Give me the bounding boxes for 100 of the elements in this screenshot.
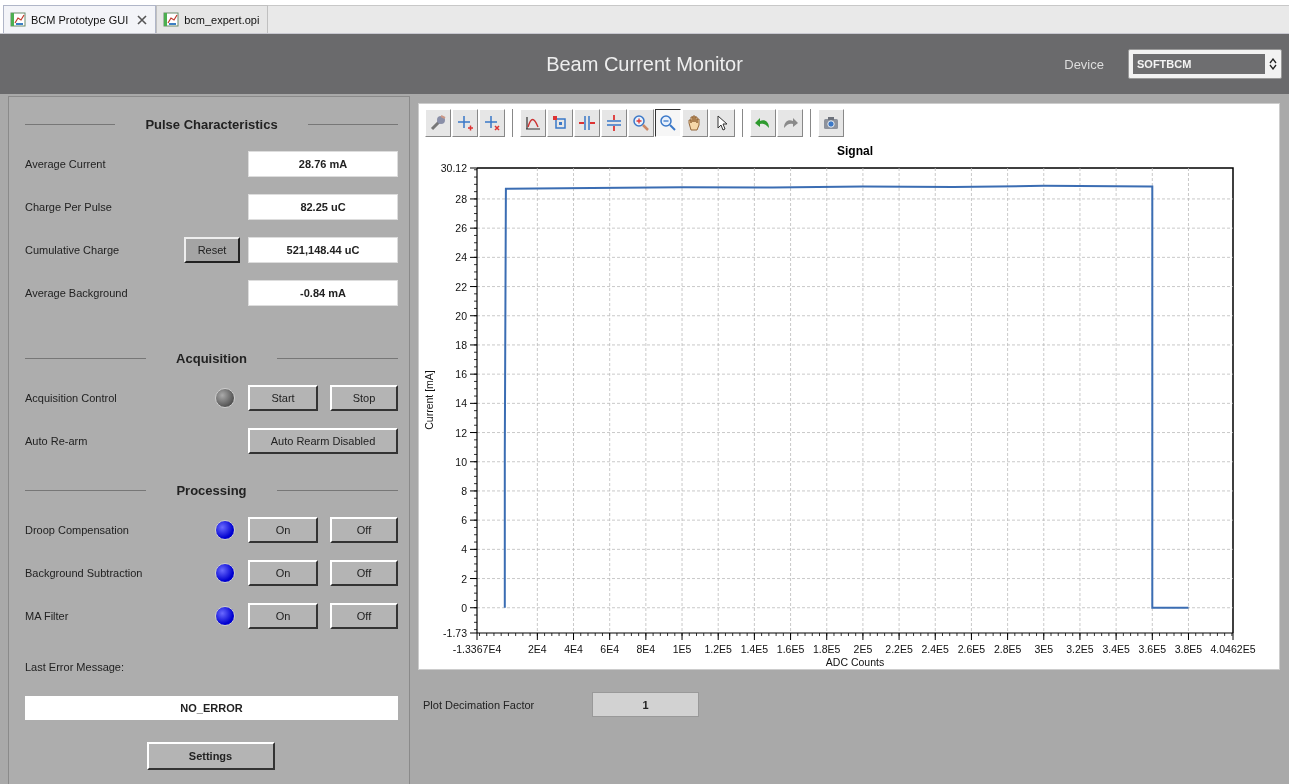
axis-tick-label: 28 <box>455 192 467 205</box>
section-heading: Processing <box>176 482 247 498</box>
field-label: Last Error Message: <box>25 660 126 675</box>
axis-tick-label: -1.3367E4 <box>452 643 502 655</box>
pointer-tool[interactable] <box>709 109 735 137</box>
axis-tick-label: 4 <box>461 543 467 556</box>
camera-icon <box>822 114 840 132</box>
axis-title: ADC Counts <box>825 656 885 668</box>
add-marker-tool[interactable] <box>452 109 478 137</box>
axis-tick-label: 6E4 <box>600 643 620 655</box>
action-button[interactable]: On <box>248 516 318 543</box>
zoom-in-tool[interactable] <box>628 109 654 137</box>
axis-tick-label: 1.4E5 <box>740 643 769 655</box>
action-button[interactable]: On <box>248 602 318 629</box>
axis-tick-label: 3.2E5 <box>1066 643 1094 655</box>
axis-tick-label: 2.2E5 <box>885 643 913 655</box>
settings-button[interactable]: Settings <box>146 742 275 770</box>
settings-tool[interactable] <box>425 109 451 137</box>
axis-tick-label: 18 <box>455 338 467 351</box>
axis-tick-label: 8E4 <box>636 643 656 655</box>
chart-icon <box>163 12 180 27</box>
axis-tick-label: 1.2E5 <box>704 643 732 655</box>
zoom-out-icon <box>659 114 677 132</box>
zoom-in-icon <box>632 114 650 132</box>
vertical-zoom-tool[interactable] <box>601 109 627 137</box>
reset-button[interactable]: Reset <box>184 236 240 263</box>
axis-tick-label: 22 <box>455 280 467 293</box>
redo-tool[interactable] <box>777 109 803 137</box>
box-zoom-tool[interactable] <box>547 109 573 137</box>
axis-tick-label: 3.8E5 <box>1174 643 1203 655</box>
field-label: Background Subtraction <box>25 566 144 579</box>
action-button[interactable]: Off <box>330 559 398 586</box>
axis-tick-label: 2.8E5 <box>993 643 1022 655</box>
axis-tick-label: 2E4 <box>528 643 547 655</box>
zoom-out-tool[interactable] <box>655 109 681 137</box>
axis-tick-label: 2E5 <box>853 643 873 655</box>
value-readout: 521,148.44 uC <box>248 236 398 263</box>
undo-tool[interactable] <box>750 109 776 137</box>
value-readout: 82.25 uC <box>248 193 398 220</box>
axis-tick-label: 3.4E5 <box>1102 643 1130 655</box>
axis-tick-label: 8 <box>461 484 467 497</box>
horizontal-zoom-icon <box>578 114 596 132</box>
crosshair-plus-icon <box>456 114 474 132</box>
section-heading: Acquisition <box>176 350 247 366</box>
close-icon[interactable] <box>137 14 148 25</box>
axis-tick-label: 14 <box>455 397 467 410</box>
axis-tick-label: 2 <box>461 572 467 585</box>
axis-tick-label: 4E4 <box>564 643 583 655</box>
field-label: Plot Decimation Factor <box>423 698 536 711</box>
axis-tick-label: 20 <box>455 309 467 322</box>
field-label: MA Filter <box>25 609 70 622</box>
axis-tick-label: 1E5 <box>672 643 692 655</box>
axis-tick-label: 6 <box>461 514 467 527</box>
editor-tab[interactable]: BCM Prototype GUI <box>3 5 157 33</box>
axis-tick-label: 3E5 <box>1034 643 1054 655</box>
box-zoom-icon <box>551 114 569 132</box>
axis-tick-label: 12 <box>455 426 467 439</box>
device-dropdown[interactable]: SOFTBCM <box>1128 49 1282 79</box>
field-label: Charge Per Pulse <box>25 200 113 213</box>
decimation-field[interactable]: 1 <box>592 692 699 717</box>
field-label: Droop Compensation <box>25 523 130 536</box>
spinner-icon <box>1269 58 1277 70</box>
section-heading: Pulse Characteristics <box>145 116 278 132</box>
axis-tick-label: 0 <box>461 601 467 614</box>
axis-tick-label: 2.4E5 <box>921 643 949 655</box>
action-button[interactable]: Off <box>330 516 398 543</box>
axis-tick-label: 16 <box>455 368 467 381</box>
crosshair-cross-icon <box>483 114 501 132</box>
axis-title: Current [mA] <box>423 370 435 430</box>
error-readout: NO_ERROR <box>25 696 398 720</box>
curve-icon <box>524 114 542 132</box>
autoscale-tool[interactable] <box>520 109 546 137</box>
axis-tick-label: -1.73 <box>443 627 467 639</box>
action-button[interactable]: On <box>248 559 318 586</box>
field-label: Acquisition Control <box>25 391 118 404</box>
wrench-icon <box>429 114 447 132</box>
field-label: Average Background <box>25 286 129 299</box>
chart-title: Signal <box>837 144 873 158</box>
value-readout: 28.76 mA <box>248 150 398 177</box>
toggle-button[interactable]: Auto Rearm Disabled <box>248 427 398 454</box>
axis-tick-label: 26 <box>455 222 467 235</box>
action-button[interactable]: Off <box>330 602 398 629</box>
snapshot-tool[interactable] <box>818 109 844 137</box>
axis-tick-label: 1.8E5 <box>813 643 841 655</box>
action-button[interactable]: Stop <box>330 384 398 411</box>
horizontal-zoom-tool[interactable] <box>574 109 600 137</box>
action-button[interactable]: Start <box>248 384 318 411</box>
field-label: Average Current <box>25 157 107 170</box>
editor-tab[interactable]: bcm_expert.opi <box>156 5 269 33</box>
axis-tick-label: 30.12 <box>440 162 467 174</box>
monitor-title: Beam Current Monitor <box>546 52 743 76</box>
vertical-zoom-icon <box>605 114 623 132</box>
remove-marker-tool[interactable] <box>479 109 505 137</box>
axis-tick-label: 1.6E5 <box>776 643 805 655</box>
value-readout: -0.84 mA <box>248 279 398 306</box>
pan-tool[interactable] <box>682 109 708 137</box>
axis-tick-label: 24 <box>455 251 467 264</box>
device-label: Device <box>1064 56 1104 72</box>
axis-tick-label: 2.6E5 <box>957 643 986 655</box>
chart-icon <box>10 12 26 27</box>
